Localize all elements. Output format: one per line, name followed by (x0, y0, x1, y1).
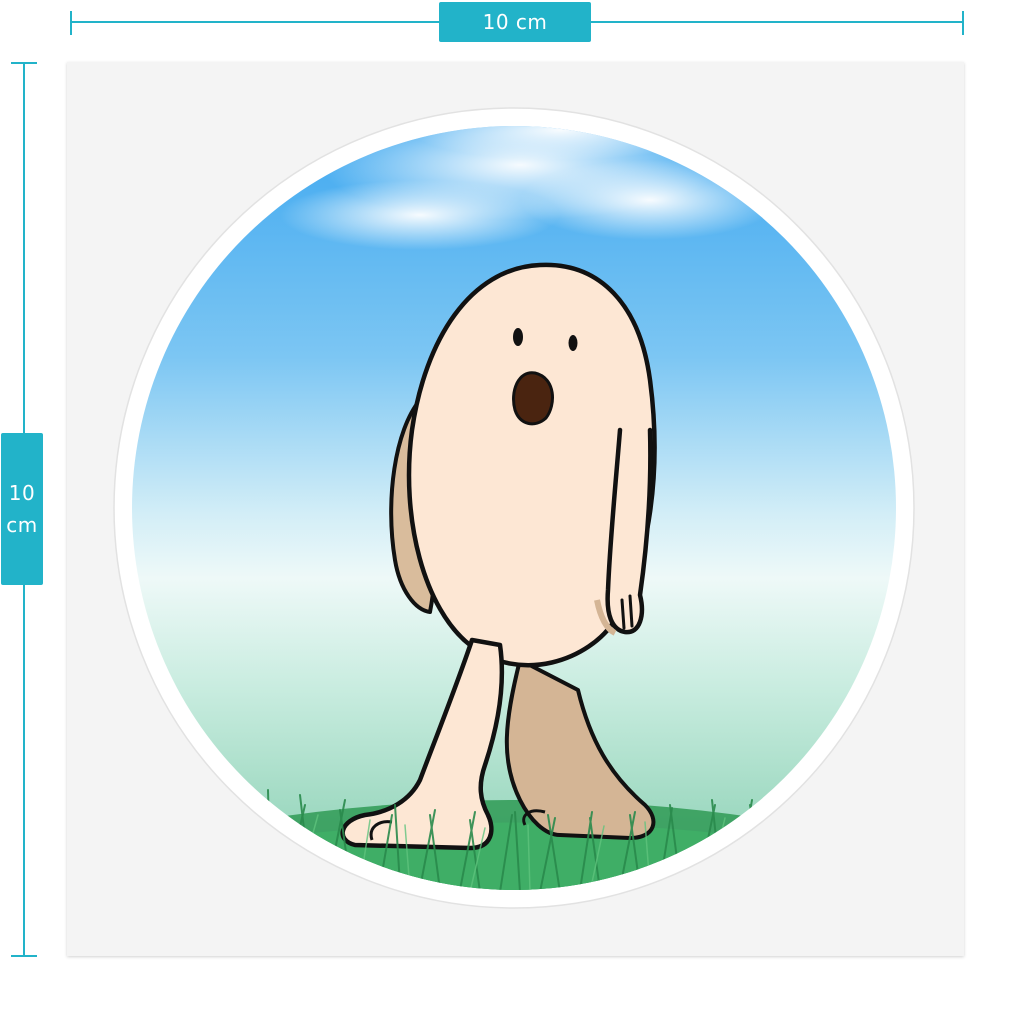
round-sticker (113, 107, 915, 909)
character-mouth (512, 371, 554, 426)
character-right-eye (568, 335, 578, 351)
character-left-eye (513, 328, 523, 346)
